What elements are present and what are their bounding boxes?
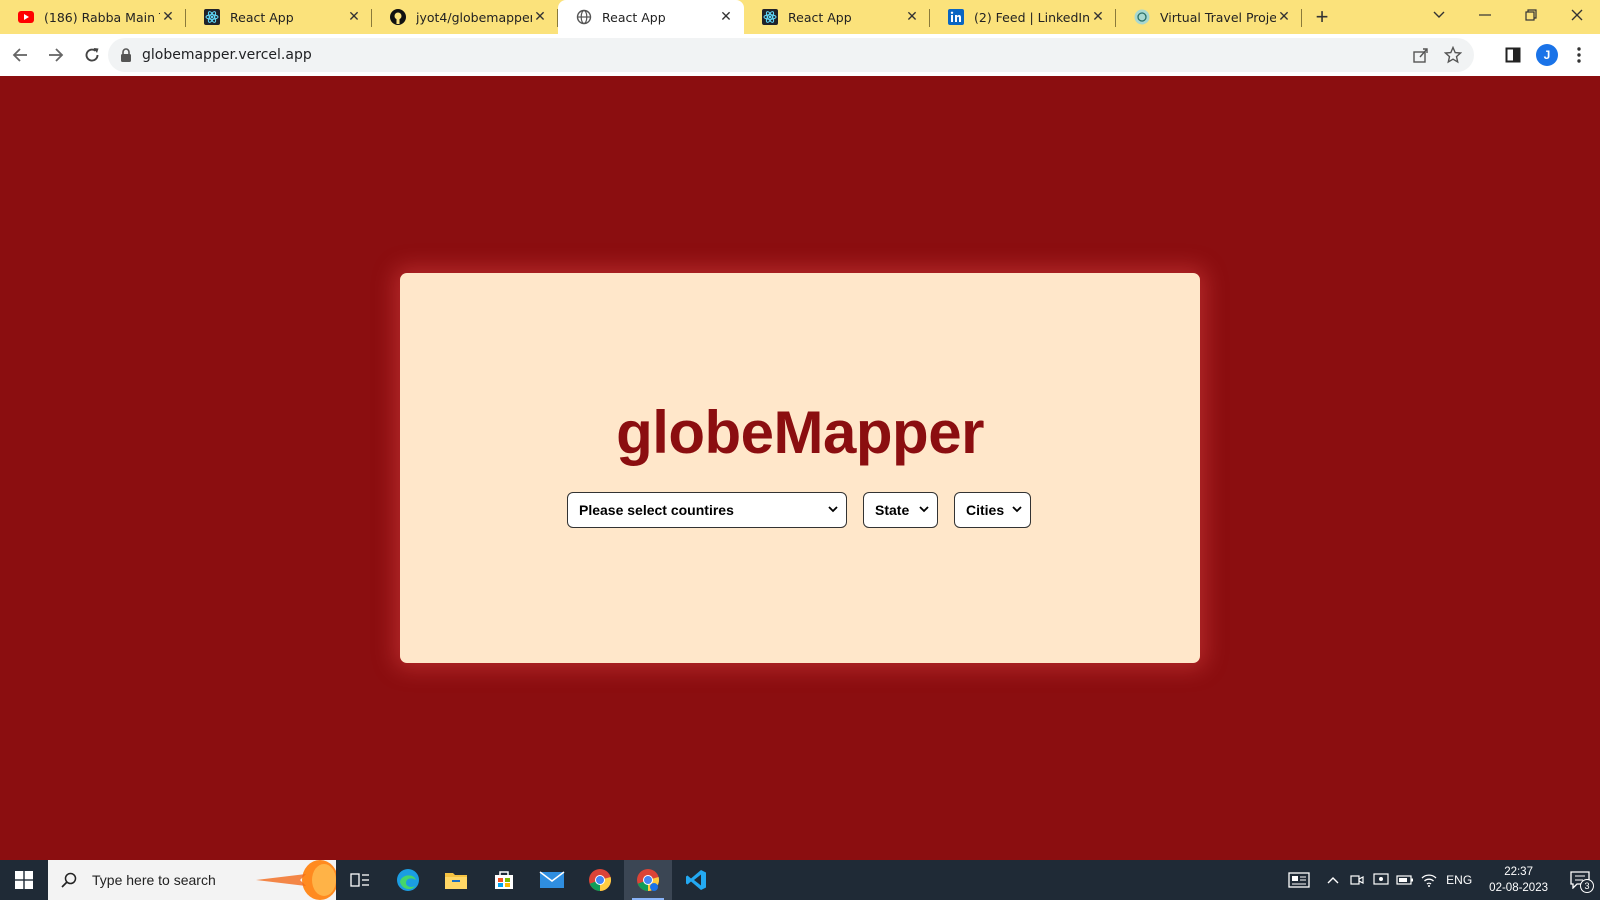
minimize-icon[interactable] [1462,0,1508,30]
new-tab-button[interactable]: + [1302,0,1342,34]
clock[interactable]: 22:37 02-08-2023 [1477,864,1560,896]
side-panel-icon[interactable] [1497,39,1529,71]
page-background: globeMapper Please select countires Stat… [0,76,1600,860]
taskbar-search[interactable]: Type here to search [48,860,336,900]
tab-strip: (186) Rabba Main Toh Mar Gaya ✕ React Ap… [0,0,1600,34]
lock-icon [121,48,131,62]
forward-arrow-icon [49,48,64,62]
language-indicator[interactable]: ENG [1441,860,1477,900]
react-icon [762,9,778,25]
reload-icon [85,48,99,62]
tab-title: jyot4/globemapper [416,9,532,25]
microsoft-store-icon[interactable] [480,860,528,900]
chrome-icon[interactable] [576,860,624,900]
main-card: globeMapper Please select countires Stat… [400,273,1200,663]
state-select-value: State [875,502,910,518]
app-title: globeMapper [616,399,984,466]
close-window-icon[interactable] [1554,0,1600,30]
search-highlight-flame-icon [256,860,336,900]
file-explorer-icon[interactable] [432,860,480,900]
clock-date: 02-08-2023 [1489,882,1548,894]
react-icon [204,9,220,25]
clock-time: 22:37 [1504,866,1533,878]
start-button[interactable] [0,860,48,900]
notification-center-icon[interactable]: 3 [1560,860,1600,900]
profile-avatar[interactable]: J [1531,39,1563,71]
address-bar[interactable]: globemapper.vercel.app [108,38,1474,72]
meet-now-icon[interactable] [1345,860,1369,900]
back-arrow-icon [12,48,27,62]
city-select-value: Cities [966,502,1005,518]
news-widget-icon[interactable] [1277,860,1321,900]
tab-github[interactable]: jyot4/globemapper ✕ [372,0,558,34]
windows-taskbar: Type here to search ENG 22:37 02-08-2023… [0,860,1600,900]
close-tab-icon[interactable]: ✕ [532,9,548,25]
chevron-down-icon [1012,504,1022,516]
tab-react-app-2[interactable]: React App ✕ [744,0,930,34]
country-select[interactable]: Please select countires [567,492,847,528]
youtube-icon [18,9,34,25]
forward-button[interactable] [40,39,72,71]
close-tab-icon[interactable]: ✕ [346,9,362,25]
chevron-down-icon [828,504,838,516]
city-select[interactable]: Cities [954,492,1031,528]
tab-search-chevron-icon[interactable] [1416,0,1462,30]
country-select-value: Please select countires [579,502,734,518]
windows-logo-icon [15,871,33,889]
tab-title: Virtual Travel Project [1160,9,1276,25]
mail-icon[interactable] [528,860,576,900]
battery-icon[interactable] [1393,860,1417,900]
tab-react-app-active[interactable]: React App ✕ [558,0,744,34]
tab-title: React App [602,9,666,25]
reload-button[interactable] [76,39,108,71]
system-tray: ENG 22:37 02-08-2023 3 [1277,860,1600,900]
close-tab-icon[interactable]: ✕ [160,9,176,25]
restore-icon[interactable] [1508,0,1554,30]
chevron-up-icon[interactable] [1321,860,1345,900]
tab-title: (186) Rabba Main Toh Mar Gaya [44,9,160,25]
task-view-icon[interactable] [336,860,384,900]
vscode-icon[interactable] [672,860,720,900]
search-placeholder: Type here to search [92,872,216,888]
share-icon[interactable] [1412,46,1430,64]
tab-title: (2) Feed | LinkedIn [974,9,1090,25]
wifi-icon[interactable] [1417,860,1441,900]
notification-count-badge: 3 [1580,879,1594,893]
location-selectors: Please select countires State Cities [567,492,1031,528]
linkedin-icon [948,9,964,25]
close-tab-icon[interactable]: ✕ [718,9,734,25]
menu-kebab-icon[interactable] [1563,39,1595,71]
close-tab-icon[interactable]: ✕ [1090,9,1106,25]
avatar: J [1536,44,1558,66]
tab-separator [1301,9,1302,27]
state-select[interactable]: State [863,492,938,528]
tab-title: React App [230,9,294,25]
tab-react-app-1[interactable]: React App ✕ [186,0,372,34]
search-icon [61,872,77,888]
chrome-profile-icon[interactable] [624,860,672,900]
chevron-down-icon [919,504,929,516]
tab-linkedin[interactable]: (2) Feed | LinkedIn ✕ [930,0,1116,34]
globe-icon [576,9,592,25]
close-tab-icon[interactable]: ✕ [904,9,920,25]
tab-title: React App [788,9,852,25]
url-text: globemapper.vercel.app [142,47,312,63]
browser-toolbar: globemapper.vercel.app J [0,34,1600,76]
close-tab-icon[interactable]: ✕ [1276,9,1292,25]
github-icon [390,9,406,25]
tab-youtube[interactable]: (186) Rabba Main Toh Mar Gaya ✕ [0,0,186,34]
edge-icon[interactable] [384,860,432,900]
bookmark-star-icon[interactable] [1444,46,1462,64]
chatgpt-icon [1134,9,1150,25]
screen-record-icon[interactable] [1369,860,1393,900]
tab-chatgpt[interactable]: Virtual Travel Project ✕ [1116,0,1302,34]
back-button[interactable] [4,39,36,71]
